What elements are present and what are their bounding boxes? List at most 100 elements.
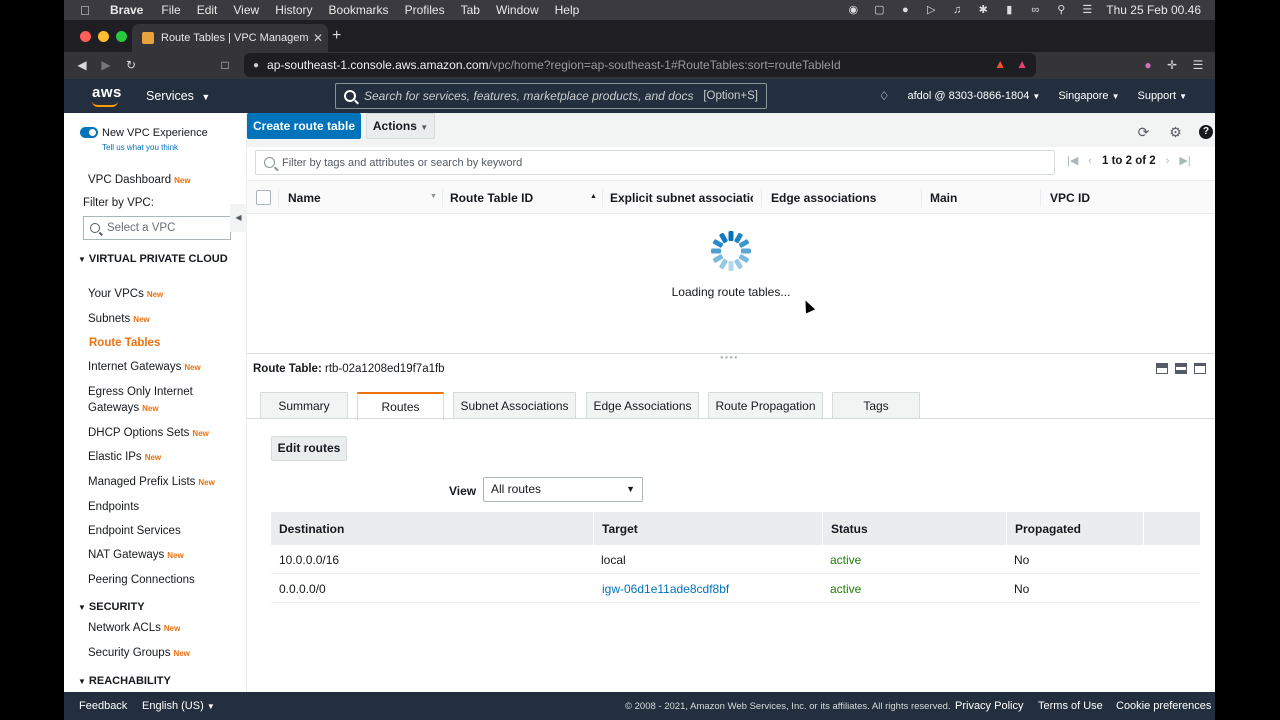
notifications-bell-icon[interactable]: ♢ (879, 89, 890, 103)
select-all-checkbox[interactable] (256, 190, 271, 205)
sidebar-item-dhcp-options-sets[interactable]: DHCP Options Sets New (88, 425, 209, 442)
menu-bookmarks[interactable]: Bookmarks (329, 3, 389, 17)
edit-routes-button[interactable]: Edit routes (271, 436, 347, 461)
column-explicit-subnet-association[interactable]: Explicit subnet association (610, 191, 753, 205)
section-virtual-private-cloud[interactable]: ▼ VIRTUAL PRIVATE CLOUD (78, 252, 228, 267)
lock-icon[interactable]: ● (253, 60, 259, 71)
sidebar-item-security-groups[interactable]: Security Groups New (88, 645, 190, 662)
cookie-preferences-link[interactable]: Cookie preferences (1116, 700, 1211, 712)
tab-close-icon[interactable]: ✕ (313, 31, 323, 45)
layout-full-icon[interactable] (1194, 363, 1206, 374)
extensions-icon[interactable]: ✛ (1165, 58, 1179, 72)
new-tab-icon[interactable]: + (332, 27, 341, 45)
aws-search-input[interactable]: Search for services, features, marketpla… (335, 83, 767, 109)
window-zoom-button[interactable] (116, 31, 127, 42)
sidebar-item-peering-connections[interactable]: Peering Connections (88, 572, 195, 588)
prev-page-icon[interactable]: ‹ (1088, 155, 1092, 167)
sort-caret-icon[interactable]: ▼ (430, 193, 437, 200)
address-bar[interactable]: ● ap-southeast-1.console.aws.amazon.com /… (244, 53, 1036, 77)
language-selector[interactable]: English (US) ▼ (142, 700, 215, 712)
panel-splitter[interactable] (247, 353, 1215, 354)
create-route-table-button[interactable]: Create route table (247, 113, 361, 139)
column-target[interactable]: Target (602, 522, 638, 536)
sidebar-item-internet-gateways[interactable]: Internet Gateways New (88, 359, 201, 376)
column-destination[interactable]: Destination (279, 522, 344, 536)
sidebar-item-subnets[interactable]: Subnets New (88, 311, 150, 328)
menu-profiles[interactable]: Profiles (405, 3, 445, 17)
collapse-sidebar-icon[interactable]: ◀ (230, 204, 247, 232)
column-main[interactable]: Main (930, 191, 957, 205)
account-menu[interactable]: afdol @ 8303-0866-1804 ▼ (907, 90, 1040, 102)
tell-us-link[interactable]: Tell us what you think (102, 143, 178, 152)
sidebar-item-network-acls[interactable]: Network ACLs New (88, 620, 180, 637)
column-propagated[interactable]: Propagated (1015, 522, 1081, 536)
control-center-icon[interactable]: ☰ (1080, 4, 1094, 16)
section-reachability[interactable]: ▼ REACHABILITY (78, 674, 171, 689)
tab-edge-associations[interactable]: Edge Associations (586, 392, 699, 419)
column-edge-associations[interactable]: Edge associations (771, 191, 876, 205)
tab-subnet-associations[interactable]: Subnet Associations (453, 392, 576, 419)
status-evernote-icon[interactable]: ● (898, 4, 912, 16)
menu-history[interactable]: History (275, 3, 312, 17)
table-filter-input[interactable]: Filter by tags and attributes or search … (255, 150, 1055, 175)
sidebar-item-nat-gateways[interactable]: NAT Gateways New (88, 547, 184, 564)
link-icon[interactable]: ∞ (1028, 4, 1042, 16)
status-p-icon[interactable]: ▢ (872, 4, 886, 16)
menu-clock[interactable]: Thu 25 Feb 00.46 (1106, 3, 1201, 17)
view-routes-select[interactable]: All routes ▼ (483, 477, 643, 502)
sidebar-item-endpoint-services[interactable]: Endpoint Services (88, 523, 181, 539)
feedback-link[interactable]: Feedback (79, 700, 127, 712)
sidebar-item-route-tables[interactable]: Route Tables (89, 335, 160, 351)
sidebar-item-vpc-dashboard[interactable]: VPC Dashboard New (88, 172, 191, 189)
refresh-icon[interactable]: ⟳ (1136, 125, 1151, 140)
menu-view[interactable]: View (233, 3, 259, 17)
new-vpc-experience-toggle[interactable] (80, 127, 98, 138)
tab-summary[interactable]: Summary (260, 392, 348, 419)
back-icon[interactable]: ◀ (75, 58, 89, 72)
sidebar-item-endpoints[interactable]: Endpoints (88, 499, 139, 515)
menu-window[interactable]: Window (496, 3, 539, 17)
layout-split-icon[interactable] (1175, 363, 1187, 374)
column-vpc-id[interactable]: VPC ID (1050, 191, 1090, 205)
brave-rewards-icon[interactable]: ▲ (1016, 57, 1028, 71)
browser-tab[interactable]: Route Tables | VPC Management ✕ (132, 24, 328, 52)
column-route-table-id[interactable]: Route Table ID (450, 191, 533, 205)
sidebar-item-your-vpcs[interactable]: Your VPCs New (88, 286, 163, 303)
browser-menu-icon[interactable]: ☰ (1191, 58, 1205, 72)
region-menu[interactable]: Singapore ▼ (1058, 90, 1119, 102)
column-name[interactable]: Name (288, 191, 321, 205)
apple-icon[interactable]:  (80, 3, 94, 18)
support-menu[interactable]: Support ▼ (1137, 90, 1187, 102)
section-security[interactable]: ▼ SECURITY (78, 600, 145, 615)
first-page-icon[interactable]: |◀ (1067, 154, 1078, 167)
sidebar-item-managed-prefix-lists[interactable]: Managed Prefix Lists New (88, 474, 215, 491)
services-menu[interactable]: Services ▼ (146, 89, 210, 103)
spotlight-icon[interactable]: ⚲ (1054, 4, 1068, 16)
forward-icon[interactable]: ▶ (99, 58, 113, 72)
layout-bottom-icon[interactable] (1156, 363, 1168, 374)
menu-help[interactable]: Help (555, 3, 580, 17)
next-page-icon[interactable]: › (1166, 155, 1170, 167)
menu-file[interactable]: File (161, 3, 180, 17)
aws-logo[interactable]: aws (92, 84, 122, 107)
sidebar-item-elastic-ips[interactable]: Elastic IPs New (88, 449, 161, 466)
route-target-link[interactable]: igw-06d1e11ade8cdf8bf (602, 582, 729, 596)
menu-app-name[interactable]: Brave (110, 3, 143, 17)
terms-of-use-link[interactable]: Terms of Use (1038, 700, 1103, 712)
menu-edit[interactable]: Edit (197, 3, 218, 17)
tab-routes[interactable]: Routes (357, 392, 444, 421)
menu-tab[interactable]: Tab (461, 3, 480, 17)
splitter-handle-icon[interactable]: ●●●● (720, 355, 739, 361)
actions-button[interactable]: Actions ▼ (366, 113, 435, 139)
bluetooth-icon[interactable]: ✱ (976, 4, 990, 16)
window-close-button[interactable] (80, 31, 91, 42)
sort-asc-icon[interactable]: ▲ (590, 193, 597, 200)
vpc-filter-select[interactable]: Select a VPC (83, 216, 231, 240)
tab-route-propagation[interactable]: Route Propagation (708, 392, 823, 419)
tab-tags[interactable]: Tags (832, 392, 920, 419)
status-app-icon[interactable]: ◉ (846, 4, 860, 16)
brave-shields-icon[interactable]: ▲ (994, 57, 1006, 71)
status-play-icon[interactable]: ▷ (924, 4, 938, 16)
volume-icon[interactable]: ♫ (950, 4, 964, 16)
battery-icon[interactable]: ▮ (1002, 4, 1016, 16)
